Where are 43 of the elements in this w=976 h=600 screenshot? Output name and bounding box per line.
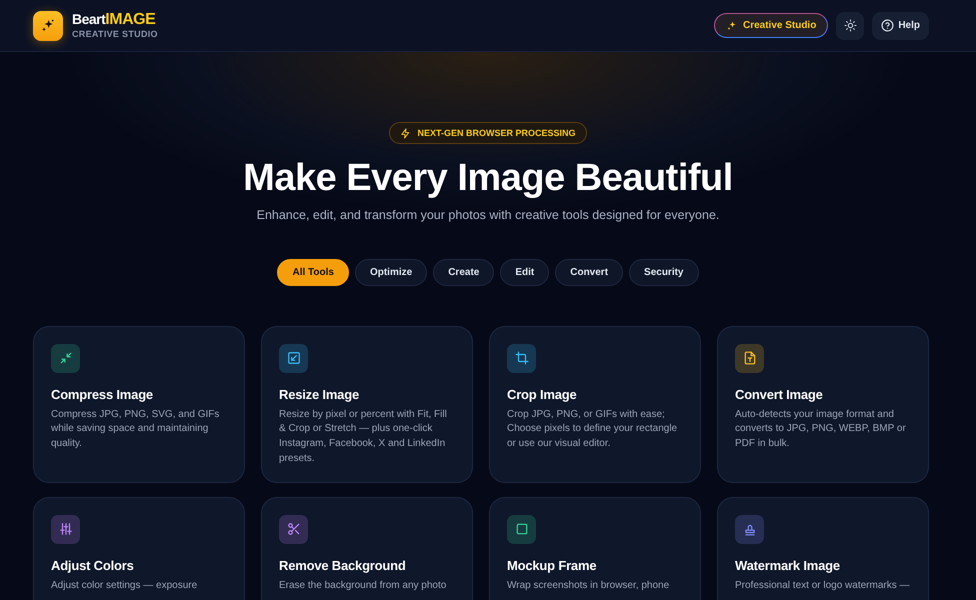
- tool-description: Adjust color settings — exposure: [51, 578, 198, 593]
- tool-description: Resize by pixel or percent with Fit, Fill & Crop or Stretch — plus one-click Instagram, Facebook, X and LinkedIn presets.: [279, 408, 448, 466]
- hero-title: Make Every Image Beautiful: [243, 156, 733, 200]
- tool-description: Compress JPG, PNG, SVG, and GIFs while saving space and maintaining quality.: [51, 408, 220, 452]
- help-icon: [881, 19, 894, 32]
- category-tab[interactable]: Security: [629, 258, 698, 286]
- category-tab[interactable]: Create: [433, 258, 494, 286]
- tool-description: Crop JPG, PNG, or GIFs with ease; Choose pixels to define your rectangle or use our visual editor.: [507, 408, 678, 452]
- tool-card[interactable]: Adjust Colors Adjust color settings — exposure: [33, 496, 245, 600]
- brand-name: BeartIMAGE: [72, 12, 156, 28]
- feature-badge: NEXT-GEN BROWSER PROCESSING: [389, 122, 587, 144]
- tool-title: Convert Image: [735, 386, 824, 402]
- tool-card[interactable]: Mockup Frame Wrap screenshots in browser, phone: [489, 496, 701, 600]
- category-tab[interactable]: Convert: [555, 258, 624, 286]
- tool-description: Wrap screenshots in browser, phone: [507, 578, 670, 593]
- tool-title: Resize Image: [279, 386, 360, 402]
- tool-card[interactable]: Remove Background Erase the background from any photo: [261, 496, 473, 600]
- tool-title: Mockup Frame: [507, 558, 598, 573]
- category-tab[interactable]: Edit: [500, 258, 550, 286]
- tool-title: Crop Image: [507, 386, 578, 402]
- tool-description: Professional text or logo watermarks —: [735, 578, 911, 593]
- brand-tagline: CREATIVE STUDIO: [72, 30, 158, 39]
- tool-title: Watermark Image: [735, 558, 841, 573]
- tool-description: Erase the background from any photo: [279, 578, 448, 593]
- theme-toggle-button[interactable]: [836, 12, 864, 40]
- tool-title: Adjust Colors: [51, 558, 135, 573]
- sparkle-logo-icon: [33, 10, 63, 40]
- tool-card[interactable]: Watermark Image Professional text or logo watermarks —: [717, 496, 929, 600]
- creative-studio-button[interactable]: Creative Studio: [714, 13, 828, 38]
- hero-subtitle: Enhance, edit, and transform your photos with creative tools designed for everyone.: [256, 208, 720, 223]
- lightning-icon: [400, 128, 412, 138]
- tool-title: Compress Image: [51, 386, 154, 402]
- sun-icon: [844, 19, 857, 32]
- tool-card[interactable]: Compress Image Compress JPG, PNG, SVG, and GIFs while saving space and maintaining quality.: [33, 326, 245, 483]
- tool-card[interactable]: Crop Image Crop JPG, PNG, or GIFs with ease; Choose pixels to define your rectangle or use our visual editor.: [489, 326, 701, 483]
- sparkle-icon: [726, 20, 738, 32]
- tool-card[interactable]: Convert Image Auto-detects your image format and converts to JPG, PNG, WEBP, BMP or PDF in bulk.: [717, 326, 929, 483]
- category-tab[interactable]: Optimize: [354, 258, 428, 286]
- help-button[interactable]: Help: [872, 12, 929, 40]
- tool-description: Auto-detects your image format and converts to JPG, PNG, WEBP, BMP or PDF in bulk.: [735, 408, 907, 452]
- category-tab[interactable]: All Tools: [277, 258, 349, 286]
- tool-title: Remove Background: [279, 558, 407, 573]
- tool-card[interactable]: Resize Image Resize by pixel or percent with Fit, Fill & Crop or Stretch — plus one-click Instagram, Facebook, X and LinkedIn presets.: [261, 326, 473, 483]
